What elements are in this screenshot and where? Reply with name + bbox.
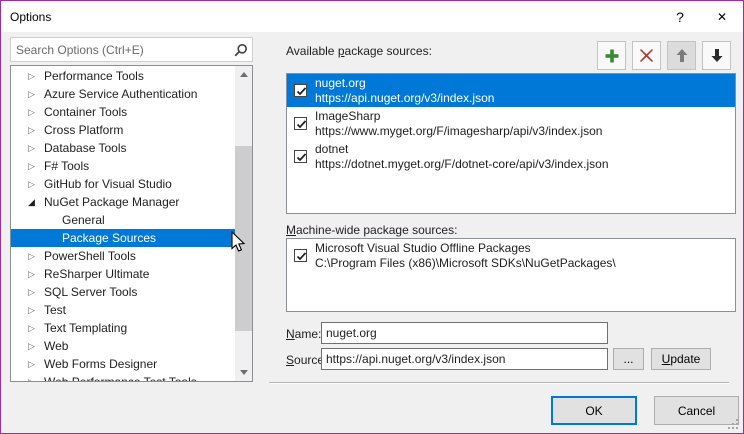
search-input[interactable] [11,38,230,61]
expander-icon[interactable]: ◢ [28,197,44,208]
tree-item-general[interactable]: General [11,211,235,229]
options-tree: ▷Performance Tools ▷Azure Service Authen… [10,65,253,382]
scrollbar-thumb[interactable] [235,146,252,331]
tree-item-test[interactable]: ▷Test [11,301,235,319]
tree-rows: ▷Performance Tools ▷Azure Service Authen… [11,67,235,382]
close-button[interactable]: ✕ [701,1,743,32]
tree-item-database-tools[interactable]: ▷Database Tools [11,139,235,157]
remove-source-button[interactable] [632,41,661,70]
expander-icon[interactable]: ▷ [28,125,44,136]
footer-separator [269,382,729,384]
checkbox[interactable] [294,117,307,130]
browse-button[interactable]: ... [613,348,644,370]
source-name: nuget.org [315,76,366,90]
add-source-button[interactable] [597,41,626,70]
tree-item-container-tools[interactable]: ▷Container Tools [11,103,235,121]
expander-icon[interactable]: ▷ [28,179,44,190]
expander-icon[interactable]: ▷ [28,89,44,100]
source-field[interactable] [321,348,608,370]
available-sources-label: Available package sources: [286,44,432,58]
expander-icon[interactable]: ▷ [28,161,44,172]
expander-icon[interactable]: ▷ [28,341,44,352]
tree-scrollbar[interactable] [235,66,252,381]
tree-item-web-performance-test-tools[interactable]: ▷Web Performance Test Tools [11,373,235,382]
ok-button[interactable]: OK [551,396,637,425]
options-dialog: Options ? ✕ ▷Performance Tools ▷Azure Se… [0,0,744,434]
source-name: Microsoft Visual Studio Offline Packages [315,241,531,255]
expander-icon[interactable]: ▷ [28,377,44,383]
move-down-button[interactable] [702,41,731,70]
tree-item-github-for-visual-studio[interactable]: ▷GitHub for Visual Studio [11,175,235,193]
cancel-button[interactable]: Cancel [654,396,739,425]
source-row-dotnet[interactable]: dotnet https://dotnet.myget.org/F/dotnet… [287,140,735,173]
help-icon: ? [676,9,684,25]
source-url: https://api.nuget.org/v3/index.json [315,91,494,105]
search-icon[interactable] [230,43,252,57]
tree-item-fsharp-tools[interactable]: ▷F# Tools [11,157,235,175]
tree-item-azure-service-authentication[interactable]: ▷Azure Service Authentication [11,85,235,103]
source-row-ms-offline-packages[interactable]: Microsoft Visual Studio Offline Packages… [287,239,735,272]
tree-item-sql-server-tools[interactable]: ▷SQL Server Tools [11,283,235,301]
expander-icon[interactable]: ▷ [28,323,44,334]
expander-icon[interactable]: ▷ [28,251,44,262]
expander-icon[interactable]: ▷ [28,269,44,280]
tree-item-web-forms-designer[interactable]: ▷Web Forms Designer [11,355,235,373]
checkbox[interactable] [294,249,307,262]
tree-item-cross-platform[interactable]: ▷Cross Platform [11,121,235,139]
plus-icon [604,48,620,64]
source-row-nuget-org[interactable]: nuget.org https://api.nuget.org/v3/index… [287,74,735,107]
arrow-up-icon [675,48,689,63]
tree-item-package-sources[interactable]: Package Sources [11,229,235,247]
source-url: C:\Program Files (x86)\Microsoft SDKs\Nu… [315,256,616,270]
window-title: Options [10,10,51,24]
scrollbar-up-icon[interactable] [235,66,252,83]
machine-sources-list: Microsoft Visual Studio Offline Packages… [286,238,736,312]
source-url: https://dotnet.myget.org/F/dotnet-core/a… [315,157,609,171]
expander-icon[interactable]: ▷ [28,305,44,316]
tree-item-nuget-package-manager[interactable]: ◢NuGet Package Manager [11,193,235,211]
move-up-button[interactable] [667,41,696,70]
scrollbar-down-icon[interactable] [235,364,252,381]
source-url: https://www.myget.org/F/imagesharp/api/v… [315,124,602,138]
source-name: ImageSharp [315,109,380,123]
resize-grip[interactable] [728,419,738,429]
delete-x-icon [639,48,654,63]
expander-icon[interactable]: ▷ [28,107,44,118]
arrow-down-icon [710,48,724,63]
name-field[interactable] [321,322,608,344]
titlebar: Options ? ✕ [1,1,743,32]
titlebar-buttons: ? ✕ [659,1,743,32]
source-name: dotnet [315,142,348,156]
expander-icon[interactable]: ▷ [28,287,44,298]
expander-icon[interactable]: ▷ [28,359,44,370]
source-row-imagesharp[interactable]: ImageSharp https://www.myget.org/F/image… [287,107,735,140]
machine-sources-label: Machine-wide package sources: [286,223,457,237]
tree-item-powershell-tools[interactable]: ▷PowerShell Tools [11,247,235,265]
help-button[interactable]: ? [659,1,701,32]
tree-item-performance-tools[interactable]: ▷Performance Tools [11,67,235,85]
expander-icon[interactable]: ▷ [28,71,44,82]
expander-icon[interactable]: ▷ [28,143,44,154]
available-sources-list: nuget.org https://api.nuget.org/v3/index… [286,73,736,214]
tree-item-resharper-ultimate[interactable]: ▷ReSharper Ultimate [11,265,235,283]
checkbox[interactable] [294,84,307,97]
tree-item-web[interactable]: ▷Web [11,337,235,355]
search-box [10,37,253,62]
checkbox[interactable] [294,150,307,163]
update-button[interactable]: Update [651,348,711,370]
close-icon: ✕ [717,10,727,24]
tree-item-text-templating[interactable]: ▷Text Templating [11,319,235,337]
name-label: Name: [286,327,321,341]
